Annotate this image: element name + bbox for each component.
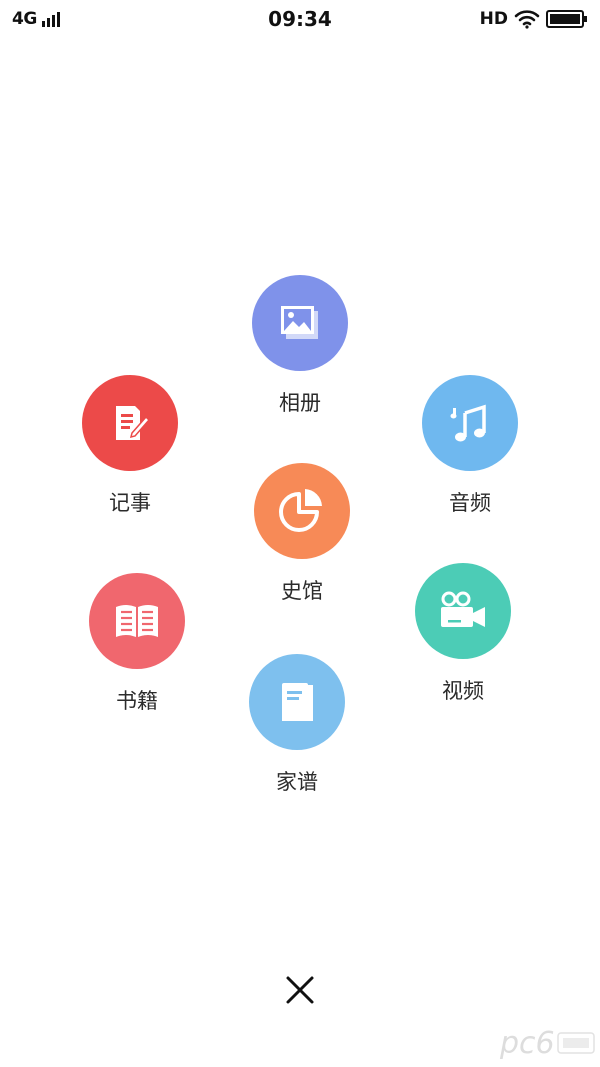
closed-book-icon bbox=[282, 683, 313, 721]
close-button[interactable] bbox=[280, 970, 320, 1010]
album-circle[interactable] bbox=[252, 275, 348, 371]
image-gallery-icon bbox=[281, 306, 318, 339]
menu-item-history-hall[interactable]: 史馆 bbox=[237, 463, 367, 603]
menu-item-genealogy[interactable]: 家谱 bbox=[232, 654, 362, 794]
notes-label: 记事 bbox=[109, 491, 151, 515]
video-label: 视频 bbox=[442, 679, 484, 703]
music-note-icon bbox=[450, 404, 486, 442]
genealogy-circle[interactable] bbox=[249, 654, 345, 750]
menu-item-video[interactable]: 视频 bbox=[398, 563, 528, 703]
status-bar: 4G 09:34 HD bbox=[0, 0, 600, 40]
wifi-icon bbox=[514, 10, 540, 29]
notes-circle[interactable] bbox=[82, 375, 178, 471]
hd-indicator: HD bbox=[479, 9, 508, 29]
watermark-logo: pc6 bbox=[498, 1023, 598, 1063]
video-circle[interactable] bbox=[415, 563, 511, 659]
audio-circle[interactable] bbox=[422, 375, 518, 471]
svg-text:pc6: pc6 bbox=[499, 1026, 555, 1061]
battery-icon bbox=[546, 10, 587, 28]
books-label: 书籍 bbox=[116, 689, 158, 713]
open-book-icon bbox=[116, 605, 158, 637]
menu-item-album[interactable]: 相册 bbox=[235, 275, 365, 415]
history-hall-label: 史馆 bbox=[281, 579, 323, 603]
menu-item-notes[interactable]: 记事 bbox=[65, 375, 195, 515]
album-label: 相册 bbox=[279, 391, 321, 415]
menu-item-books[interactable]: 书籍 bbox=[72, 573, 202, 713]
genealogy-label: 家谱 bbox=[276, 770, 318, 794]
pie-chart-icon bbox=[279, 489, 322, 532]
video-camera-icon bbox=[441, 591, 485, 627]
history-hall-circle[interactable] bbox=[254, 463, 350, 559]
audio-label: 音频 bbox=[449, 491, 491, 515]
close-icon bbox=[286, 976, 314, 1004]
status-icons: HD bbox=[480, 9, 588, 29]
books-circle[interactable] bbox=[89, 573, 185, 669]
menu-item-audio[interactable]: 音频 bbox=[405, 375, 535, 515]
note-edit-icon bbox=[116, 406, 151, 440]
